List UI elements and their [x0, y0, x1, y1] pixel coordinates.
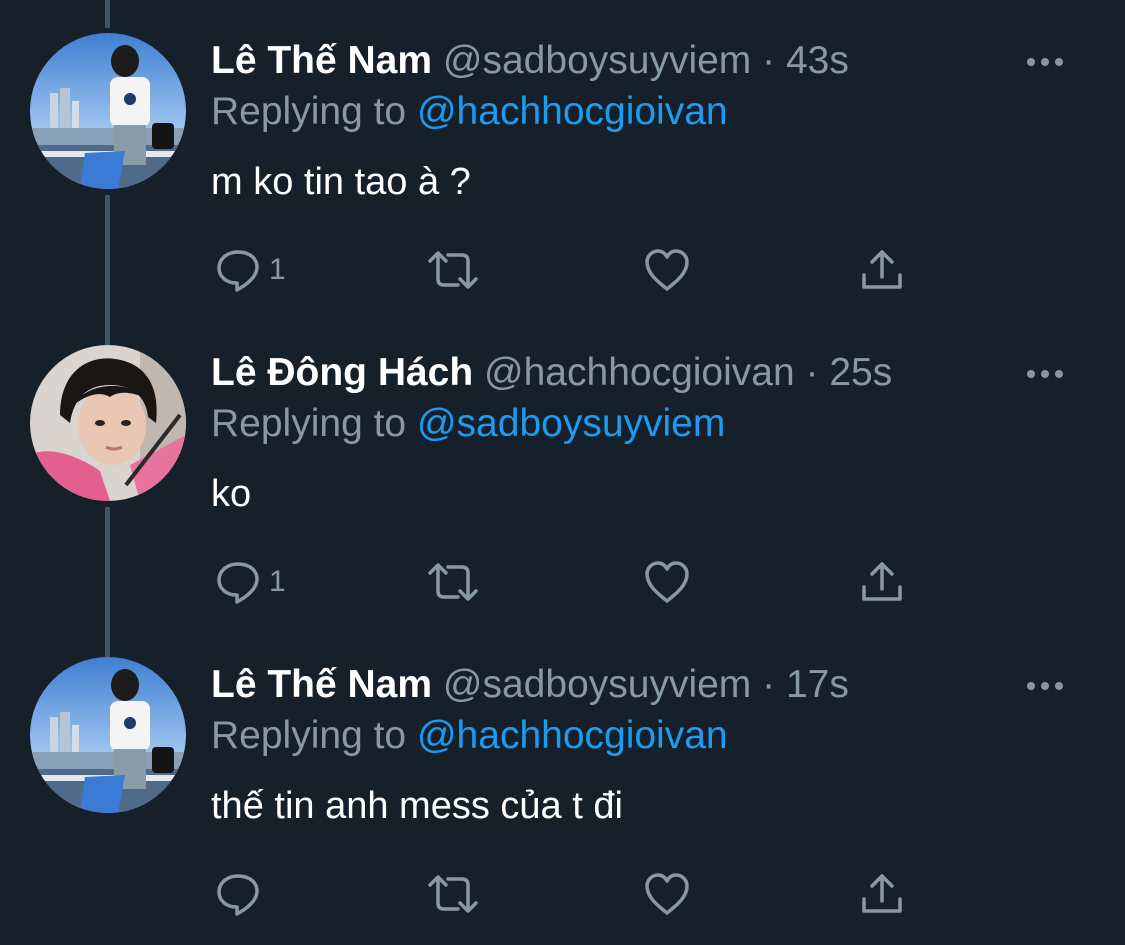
share-icon — [862, 250, 902, 289]
tweet-text: ko — [211, 473, 252, 515]
author-handle[interactable]: @sadboysuyviem — [443, 39, 751, 82]
share-button[interactable] — [859, 557, 905, 607]
retweet-icon — [428, 875, 478, 913]
retweet-button[interactable] — [426, 557, 480, 607]
replying-to: Replying to @sadboysuyviem — [211, 401, 725, 447]
reply-button[interactable]: 1 — [215, 557, 286, 607]
reply-button[interactable]: 1 — [215, 245, 286, 295]
reply-icon — [217, 250, 259, 292]
share-button[interactable] — [859, 869, 905, 919]
heart-icon — [645, 561, 689, 603]
tweet-actions — [211, 869, 931, 919]
retweet-icon — [428, 251, 478, 289]
separator: · — [762, 663, 776, 706]
avatar[interactable] — [30, 657, 186, 813]
reply-button[interactable] — [215, 869, 269, 919]
share-icon — [862, 874, 902, 913]
replying-label: Replying to — [211, 402, 407, 445]
heart-icon — [645, 249, 689, 291]
retweet-icon — [428, 563, 478, 601]
like-button[interactable] — [643, 245, 691, 295]
heart-icon — [645, 873, 689, 915]
replying-label: Replying to — [211, 714, 407, 757]
tweet-text: thế tin anh mess của t đi — [211, 785, 623, 827]
tweet-actions: 1 — [211, 557, 931, 607]
more-options-icon[interactable] — [1025, 364, 1065, 384]
retweet-button[interactable] — [426, 869, 480, 919]
share-icon — [862, 562, 902, 601]
timestamp[interactable]: 25s — [829, 351, 892, 394]
tweet-header: Lê Thế Nam @sadboysuyviem · 17s — [211, 662, 849, 708]
reply-count: 1 — [269, 565, 286, 598]
retweet-button[interactable] — [426, 245, 480, 295]
tweet[interactable]: Lê Thế Nam @sadboysuyviem · 43s Replying… — [0, 0, 1125, 312]
mention-link[interactable]: @hachhocgioivan — [417, 90, 728, 133]
author-handle[interactable]: @hachhocgioivan — [484, 351, 795, 394]
more-options-icon[interactable] — [1025, 52, 1065, 72]
mention-link[interactable]: @sadboysuyviem — [417, 402, 725, 445]
replying-to: Replying to @hachhocgioivan — [211, 713, 728, 759]
like-button[interactable] — [643, 557, 691, 607]
author-name[interactable]: Lê Thế Nam — [211, 663, 432, 706]
tweet-header: Lê Đông Hách @hachhocgioivan · 25s — [211, 350, 892, 396]
reply-icon — [217, 562, 259, 604]
replying-to: Replying to @hachhocgioivan — [211, 89, 728, 135]
reply-count: 1 — [269, 253, 286, 286]
avatar[interactable] — [30, 33, 186, 189]
share-button[interactable] — [859, 245, 905, 295]
avatar-photo — [30, 33, 186, 189]
separator: · — [805, 351, 819, 394]
more-options-icon[interactable] — [1025, 676, 1065, 696]
avatar-photo — [30, 657, 186, 813]
reply-icon — [217, 874, 259, 916]
separator: · — [762, 39, 776, 82]
tweet[interactable]: Lê Đông Hách @hachhocgioivan · 25s Reply… — [0, 312, 1125, 624]
tweet-actions: 1 — [211, 245, 931, 295]
avatar[interactable] — [30, 345, 186, 501]
timestamp[interactable]: 43s — [786, 39, 849, 82]
tweet-text: m ko tin tao à ? — [211, 161, 471, 203]
author-handle[interactable]: @sadboysuyviem — [443, 663, 751, 706]
avatar-photo — [30, 345, 186, 501]
author-name[interactable]: Lê Đông Hách — [211, 351, 473, 394]
tweet-header: Lê Thế Nam @sadboysuyviem · 43s — [211, 38, 849, 84]
mention-link[interactable]: @hachhocgioivan — [417, 714, 728, 757]
author-name[interactable]: Lê Thế Nam — [211, 39, 432, 82]
tweet[interactable]: Lê Thế Nam @sadboysuyviem · 17s Replying… — [0, 624, 1125, 936]
timestamp[interactable]: 17s — [786, 663, 849, 706]
replying-label: Replying to — [211, 90, 407, 133]
like-button[interactable] — [643, 869, 691, 919]
